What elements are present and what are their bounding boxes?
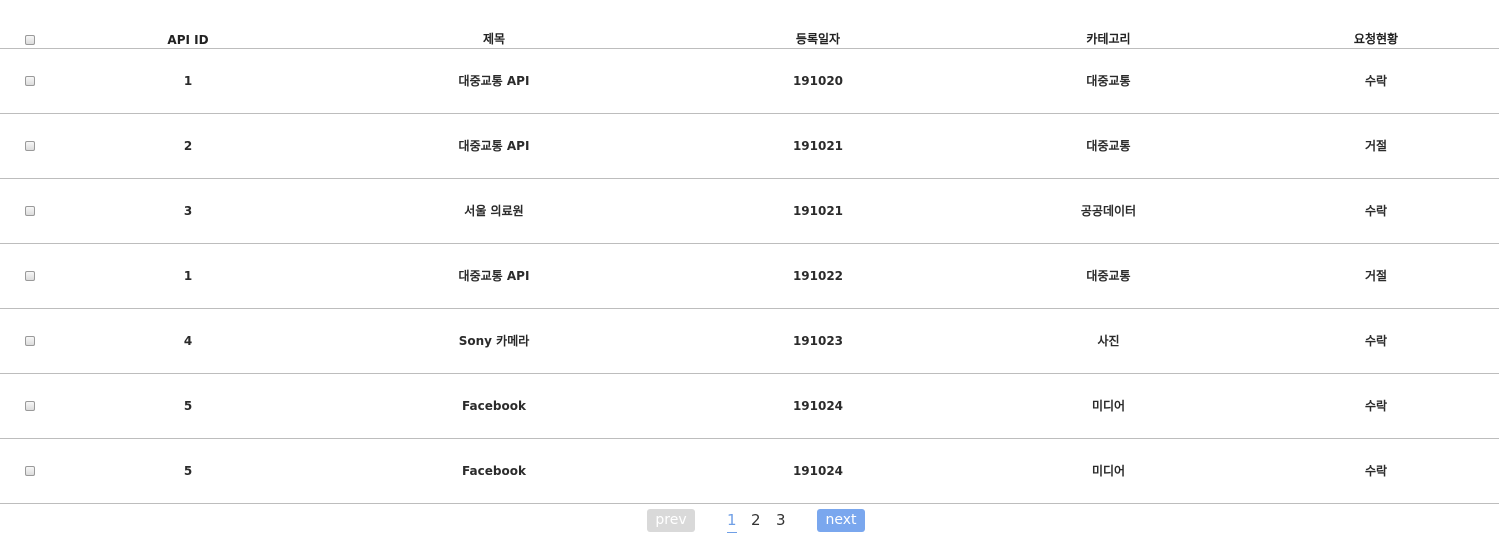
cell-api-id: 4 bbox=[183, 333, 193, 348]
header-title[interactable]: 제목 bbox=[316, 28, 672, 48]
cell-status: 수락 bbox=[1364, 74, 1388, 88]
cell-api-id: 5 bbox=[183, 463, 193, 478]
header-select-all bbox=[0, 28, 60, 48]
cell-category: 대중교통 bbox=[1086, 269, 1131, 283]
cell-title[interactable]: 대중교통 API bbox=[316, 48, 672, 113]
table-header-row: API ID 제목 등록일자 카테고리 요청현황 bbox=[0, 28, 1499, 48]
cell-date: 191022 bbox=[792, 268, 844, 283]
cell-title[interactable]: 서울 의료원 bbox=[316, 178, 672, 243]
row-checkbox[interactable] bbox=[25, 271, 35, 281]
cell-title[interactable]: Sony 카메라 bbox=[316, 308, 672, 373]
cell-status: 수락 bbox=[1364, 399, 1388, 413]
cell-category: 사진 bbox=[1097, 334, 1120, 348]
cell-status: 수락 bbox=[1364, 334, 1388, 348]
table-row[interactable]: 2 대중교통 API 191021 대중교통 거절 bbox=[0, 113, 1499, 178]
row-checkbox[interactable] bbox=[25, 206, 35, 216]
cell-api-id: 5 bbox=[183, 398, 193, 413]
cell-title[interactable]: Facebook bbox=[316, 438, 672, 503]
header-status[interactable]: 요청현황 bbox=[1253, 28, 1499, 48]
cell-category: 공공데이터 bbox=[1080, 204, 1137, 218]
cell-api-id: 1 bbox=[183, 268, 193, 283]
table-row[interactable]: 1 대중교통 API 191020 대중교통 수락 bbox=[0, 48, 1499, 113]
cell-status: 수락 bbox=[1364, 204, 1388, 218]
page-link-1[interactable]: 1 bbox=[727, 509, 737, 533]
header-api-id[interactable]: API ID bbox=[60, 28, 316, 48]
cell-title[interactable]: Facebook bbox=[316, 373, 672, 438]
cell-api-id: 2 bbox=[183, 138, 193, 153]
page-link-2[interactable]: 2 bbox=[751, 509, 761, 532]
cell-category: 대중교통 bbox=[1086, 139, 1131, 153]
cell-date: 191024 bbox=[792, 463, 844, 478]
row-checkbox[interactable] bbox=[25, 76, 35, 86]
cell-date: 191021 bbox=[792, 138, 844, 153]
api-request-list: API ID 제목 등록일자 카테고리 요청현황 1 대중교통 API 1910… bbox=[0, 0, 1499, 538]
cell-category: 미디어 bbox=[1091, 399, 1126, 413]
table-row[interactable]: 5 Facebook 191024 미디어 수락 bbox=[0, 438, 1499, 503]
cell-date: 191020 bbox=[792, 73, 844, 88]
cell-title[interactable]: 대중교통 API bbox=[316, 113, 672, 178]
header-category[interactable]: 카테고리 bbox=[964, 28, 1253, 48]
cell-status: 거절 bbox=[1364, 139, 1388, 153]
table-row[interactable]: 4 Sony 카메라 191023 사진 수락 bbox=[0, 308, 1499, 373]
cell-date: 191023 bbox=[792, 333, 844, 348]
cell-status: 수락 bbox=[1364, 464, 1388, 478]
select-all-checkbox[interactable] bbox=[25, 35, 35, 45]
row-checkbox[interactable] bbox=[25, 466, 35, 476]
cell-api-id: 1 bbox=[183, 73, 193, 88]
cell-category: 미디어 bbox=[1091, 464, 1126, 478]
cell-date: 191024 bbox=[792, 398, 844, 413]
table-row[interactable]: 1 대중교통 API 191022 대중교통 거절 bbox=[0, 243, 1499, 308]
prev-button[interactable]: prev bbox=[647, 509, 695, 532]
cell-status: 거절 bbox=[1364, 269, 1388, 283]
row-checkbox[interactable] bbox=[25, 401, 35, 411]
api-table: API ID 제목 등록일자 카테고리 요청현황 1 대중교통 API 1910… bbox=[0, 28, 1499, 504]
cell-api-id: 3 bbox=[183, 203, 193, 218]
header-date[interactable]: 등록일자 bbox=[672, 28, 964, 48]
table-row[interactable]: 3 서울 의료원 191021 공공데이터 수락 bbox=[0, 178, 1499, 243]
table-row[interactable]: 5 Facebook 191024 미디어 수락 bbox=[0, 373, 1499, 438]
next-button[interactable]: next bbox=[817, 509, 865, 532]
cell-category: 대중교통 bbox=[1086, 74, 1131, 88]
cell-title[interactable]: 대중교통 API bbox=[316, 243, 672, 308]
cell-date: 191021 bbox=[792, 203, 844, 218]
row-checkbox[interactable] bbox=[25, 336, 35, 346]
row-checkbox[interactable] bbox=[25, 141, 35, 151]
page-link-3[interactable]: 3 bbox=[776, 509, 786, 532]
pagination: prev 1 2 3 next bbox=[0, 509, 1499, 533]
